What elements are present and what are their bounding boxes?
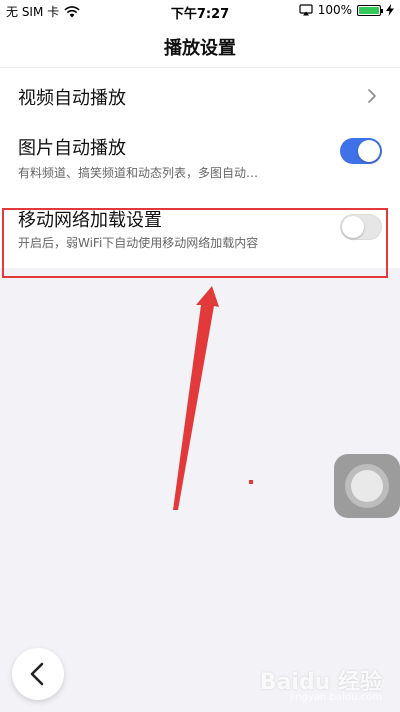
chevron-right-icon <box>368 89 376 103</box>
nav-bar: 播放设置 <box>0 22 400 68</box>
status-right: 100% <box>299 3 394 17</box>
status-bar: 无 SIM 卡 下午7:27 100% <box>0 0 400 22</box>
charging-bolt-icon <box>386 4 394 16</box>
chevron-left-icon <box>30 662 44 686</box>
assistive-touch-button[interactable] <box>334 454 400 518</box>
setting-image-autoplay: 图片自动播放 有料频道、搞笑频道和动态列表，多图自动… <box>0 124 400 196</box>
battery-percent: 100% <box>317 3 352 17</box>
image-autoplay-toggle[interactable] <box>340 138 382 164</box>
setting-mobile-network: 移动网络加载设置 开启后，弱WiFi下自动使用移动网络加载内容 <box>0 196 400 268</box>
setting-video-autoplay[interactable]: 视频自动播放 <box>0 68 400 124</box>
airplay-icon <box>299 4 313 16</box>
assistive-touch-dot <box>351 470 383 502</box>
page-title: 播放设置 <box>164 38 236 59</box>
assistive-touch-ring <box>345 464 389 508</box>
back-button[interactable] <box>12 648 64 700</box>
settings-list: 视频自动播放 图片自动播放 有料频道、搞笑频道和动态列表，多图自动… 移动网络加… <box>0 68 400 268</box>
setting-video-autoplay-title: 视频自动播放 <box>18 88 126 109</box>
setting-mobile-network-subtitle: 开启后，弱WiFi下自动使用移动网络加载内容 <box>18 236 259 250</box>
setting-image-autoplay-title: 图片自动播放 <box>18 138 126 159</box>
battery-fill <box>359 6 379 14</box>
watermark-url: jingyan.baidu.com <box>289 692 382 703</box>
battery-icon <box>357 4 383 16</box>
toggle-knob <box>358 140 380 162</box>
setting-image-autoplay-subtitle: 有料频道、搞笑频道和动态列表，多图自动… <box>18 166 259 180</box>
mobile-network-toggle[interactable] <box>340 214 382 240</box>
setting-mobile-network-title: 移动网络加载设置 <box>18 210 162 231</box>
toggle-knob <box>342 216 364 238</box>
